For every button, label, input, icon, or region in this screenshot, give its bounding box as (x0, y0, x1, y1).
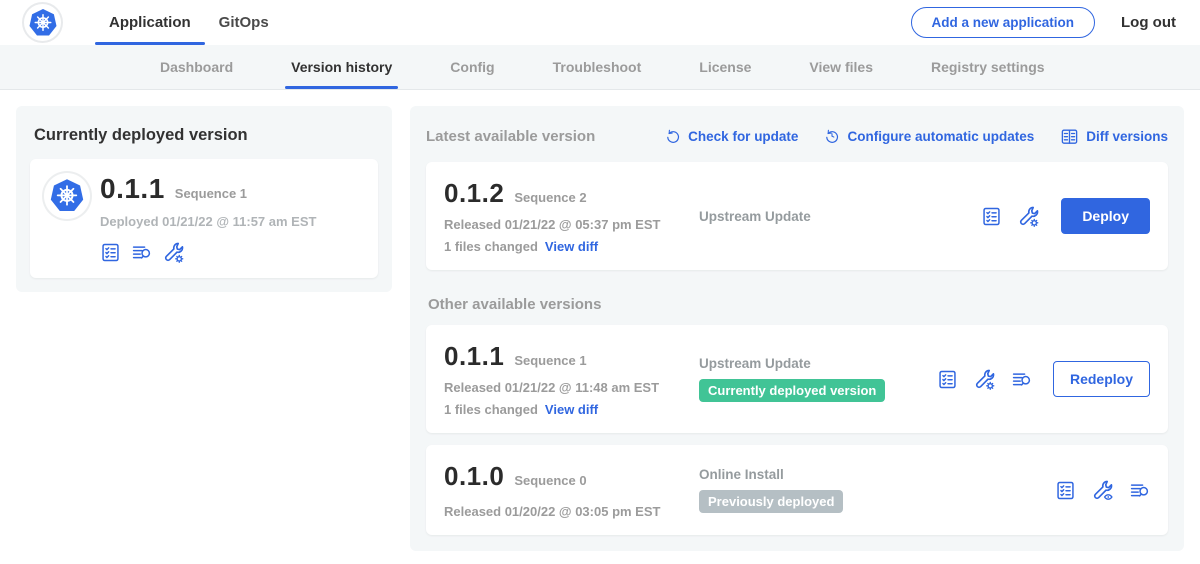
latest-version-title: Latest available version (426, 128, 595, 145)
tab-application-label: Application (109, 14, 191, 31)
version-history-panel: Latest available version Check for updat… (410, 106, 1184, 551)
preflight-checks-icon[interactable] (981, 206, 1002, 227)
currently-deployed-card: Currently deployed version 0.1.1 Sequenc… (16, 106, 392, 292)
refresh-icon (665, 128, 681, 144)
view-diff-link[interactable]: View diff (545, 402, 598, 417)
diff-icon (1060, 127, 1079, 146)
app-header: Application GitOps Add a new application… (0, 0, 1200, 45)
version-row-0-1-0: 0.1.0 Sequence 0 Released 01/20/22 @ 03:… (426, 445, 1168, 535)
preflight-checks-icon[interactable] (100, 242, 121, 263)
auto-update-icon (824, 128, 840, 144)
deployed-version-number: 0.1.1 (100, 173, 165, 205)
logout-button[interactable]: Log out (1121, 14, 1176, 31)
version-number: 0.1.1 (444, 341, 504, 372)
view-config-icon[interactable] (1091, 479, 1114, 502)
check-for-update-link[interactable]: Check for update (665, 128, 798, 144)
subnav-tab-view-files[interactable]: View files (809, 45, 873, 89)
released-date: Released 01/21/22 @ 05:37 pm EST (444, 217, 699, 232)
sequence-label: Sequence 0 (514, 473, 586, 488)
configure-automatic-updates-link[interactable]: Configure automatic updates (824, 128, 1034, 144)
version-source-label: Upstream Update (699, 209, 811, 224)
other-versions-title: Other available versions (428, 296, 1166, 313)
redeploy-button[interactable]: Redeploy (1053, 361, 1150, 397)
sequence-label: Sequence 1 (514, 353, 586, 368)
view-diff-link[interactable]: View diff (545, 239, 598, 254)
app-logo (24, 4, 61, 41)
deployed-version-card: 0.1.1 Sequence 1 Deployed 01/21/22 @ 11:… (30, 159, 378, 278)
version-source-label: Upstream Update (699, 356, 811, 371)
edit-config-icon[interactable] (162, 241, 185, 264)
version-row-0-1-1: 0.1.1 Sequence 1 Released 01/21/22 @ 11:… (426, 325, 1168, 433)
version-source-label: Online Install (699, 467, 784, 482)
add-new-application-button[interactable]: Add a new application (911, 7, 1096, 38)
tab-application[interactable]: Application (95, 0, 205, 45)
released-date: Released 01/20/22 @ 03:05 pm EST (444, 504, 699, 519)
files-changed-label: 1 files changed (444, 402, 538, 417)
kubernetes-logo-icon (28, 8, 58, 38)
deploy-button[interactable]: Deploy (1061, 198, 1150, 234)
subnav-tab-version-history[interactable]: Version history (291, 45, 392, 89)
preflight-checks-icon[interactable] (1055, 480, 1076, 501)
deployed-sequence-label: Sequence 1 (175, 186, 247, 201)
version-number: 0.1.2 (444, 178, 504, 209)
deployed-app-logo (44, 173, 90, 219)
subnav-tab-registry-settings[interactable]: Registry settings (931, 45, 1045, 89)
kubernetes-logo-icon (49, 178, 85, 214)
version-number: 0.1.0 (444, 461, 504, 492)
released-date: Released 01/21/22 @ 11:48 am EST (444, 380, 699, 395)
deploy-logs-icon[interactable] (1011, 369, 1032, 390)
subnav-tab-troubleshoot[interactable]: Troubleshoot (553, 45, 642, 89)
deployed-date: Deployed 01/21/22 @ 11:57 am EST (100, 214, 364, 229)
edit-config-icon[interactable] (1017, 205, 1040, 228)
subnav-tab-config[interactable]: Config (450, 45, 494, 89)
sequence-label: Sequence 2 (514, 190, 586, 205)
tab-gitops-label: GitOps (219, 14, 269, 31)
deploy-logs-icon[interactable] (1129, 480, 1150, 501)
tab-gitops[interactable]: GitOps (205, 0, 283, 45)
version-row-0-1-2: 0.1.2 Sequence 2 Released 01/21/22 @ 05:… (426, 162, 1168, 270)
preflight-checks-icon[interactable] (937, 369, 958, 390)
main-content: Currently deployed version 0.1.1 Sequenc… (0, 90, 1200, 564)
diff-versions-link[interactable]: Diff versions (1060, 127, 1168, 146)
previously-deployed-badge: Previously deployed (699, 490, 843, 513)
files-changed-label: 1 files changed (444, 239, 538, 254)
subnav-tab-license[interactable]: License (699, 45, 751, 89)
deploy-logs-icon[interactable] (131, 242, 152, 263)
subnav-tab-dashboard[interactable]: Dashboard (160, 45, 233, 89)
currently-deployed-badge: Currently deployed version (699, 379, 885, 402)
edit-config-icon[interactable] (973, 368, 996, 391)
deployed-card-title: Currently deployed version (30, 120, 378, 147)
app-subnav: Dashboard Version history Config Trouble… (0, 45, 1200, 90)
